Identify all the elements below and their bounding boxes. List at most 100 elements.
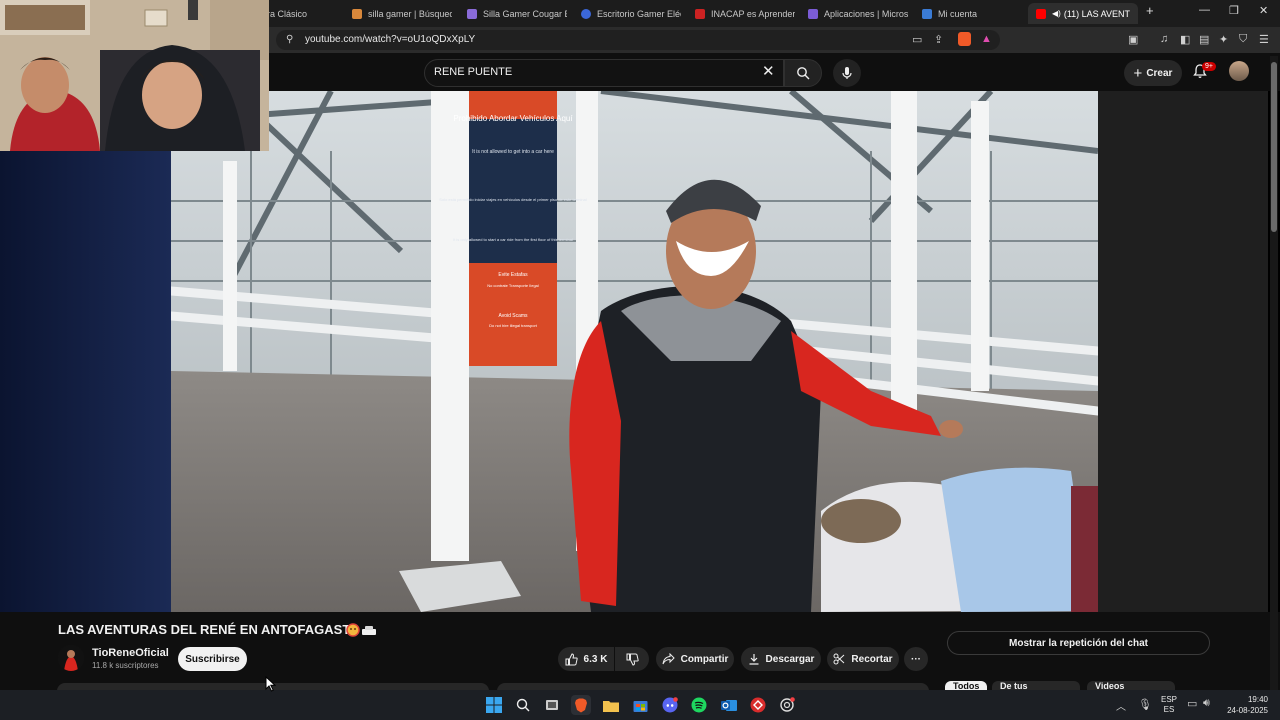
channel-logo-icon — [58, 645, 84, 671]
outlook-icon[interactable] — [719, 695, 739, 715]
webcam-image — [0, 0, 269, 151]
sidebar-toggle-icon[interactable]: ▣ — [1128, 33, 1138, 46]
subscriber-count: 11.8 k suscriptores — [92, 661, 159, 670]
store-favicon-icon — [467, 8, 477, 19]
sign-red-en: Avoid Scams — [498, 313, 528, 319]
ambient-left-panel — [0, 150, 171, 612]
search-icon — [516, 698, 530, 712]
avatar[interactable] — [1229, 61, 1249, 81]
search-favicon-icon — [352, 8, 362, 19]
url-text[interactable]: youtube.com/watch?v=oU1oQDxXpLY — [305, 34, 475, 45]
sign-line3: It is only allowed to start a car ride f… — [453, 237, 573, 242]
wallet-icon[interactable]: ▤ — [1199, 33, 1209, 46]
volume-icon[interactable]: 🔊︎ — [1203, 697, 1210, 710]
site-settings-icon[interactable]: ⚲ — [286, 34, 293, 45]
inacap-favicon-icon — [695, 8, 705, 19]
clip-button[interactable]: Recortar — [827, 647, 899, 671]
reader-icon[interactable]: ◧ — [1180, 33, 1190, 46]
network-icon[interactable]: ▭ — [1187, 697, 1197, 710]
clip-label: Recortar — [851, 653, 893, 665]
clock-date: 24-08-2025 — [1227, 706, 1268, 715]
tab-label: (11) LAS AVENT — [1063, 8, 1131, 19]
file-explorer-icon[interactable] — [601, 695, 621, 715]
video-frame-image: Prohibido Abordar Vehículos Aquí It is n… — [171, 91, 1098, 612]
tab-mi-cuenta[interactable]: Mi cuenta — [922, 3, 1012, 24]
video-player[interactable]: Prohibido Abordar Vehículos Aquí It is n… — [171, 91, 1098, 612]
taskbar-search-icon[interactable] — [513, 695, 533, 715]
thumbs-down-icon — [626, 653, 639, 666]
spotify-logo-icon — [691, 697, 707, 713]
minimize-icon[interactable]: — — [1199, 4, 1210, 16]
cast-icon[interactable]: ▭ — [912, 33, 922, 46]
discord-logo-icon — [662, 697, 678, 713]
plus-icon: + — [1133, 64, 1143, 82]
share-icon[interactable]: ⇪ — [934, 33, 943, 46]
download-button[interactable]: Descargar — [741, 647, 821, 671]
brave-lion-icon — [575, 698, 587, 712]
tab-microsoft-apps[interactable]: Aplicaciones | Microso — [808, 3, 908, 24]
brave-taskbar-icon[interactable] — [571, 695, 591, 715]
show-chat-replay-button[interactable]: Mostrar la repetición del chat — [947, 631, 1210, 655]
vpn-icon[interactable]: ⛉ — [1239, 33, 1247, 46]
channel-name[interactable]: TioReneOficial — [92, 647, 169, 659]
voice-search-button[interactable] — [833, 59, 861, 87]
language-code: ESP — [1161, 695, 1178, 704]
search-icon — [797, 67, 810, 80]
brave-rewards-icon[interactable]: ▲ — [981, 33, 992, 45]
scrollbar-thumb[interactable] — [1271, 62, 1277, 232]
app-red-icon[interactable] — [748, 695, 768, 715]
thumbs-up-icon — [565, 652, 578, 665]
close-window-icon[interactable]: ✕ — [1259, 4, 1268, 17]
channel-avatar[interactable] — [58, 645, 84, 671]
microsoft-favicon-icon — [808, 8, 818, 19]
youtube-favicon-icon — [1036, 8, 1046, 19]
tab-inacap[interactable]: INACAP es Aprender H — [695, 3, 795, 24]
pointer-icon — [265, 675, 277, 692]
emoji-icon — [346, 623, 376, 637]
webcam-overlay — [0, 0, 269, 151]
discord-icon[interactable] — [660, 695, 680, 715]
like-count: 6.3 K — [583, 653, 608, 665]
task-view-icon[interactable] — [542, 695, 562, 715]
tab-silla-gamer-search[interactable]: silla gamer | Búsqueda — [352, 3, 452, 24]
microsoft-store-icon[interactable] — [630, 695, 650, 715]
like-button[interactable]: 6.3 K — [558, 647, 614, 671]
subscribe-button[interactable]: Suscribirse — [178, 647, 247, 671]
more-actions-button[interactable]: ··· — [904, 647, 928, 671]
microphone-tray-icon[interactable]: 🎙︎ — [1138, 698, 1152, 711]
download-label: Descargar — [765, 653, 815, 665]
create-button[interactable]: + Crear — [1124, 60, 1182, 86]
menu-icon[interactable]: ☰ — [1259, 33, 1269, 46]
share-button[interactable]: Compartir — [656, 647, 734, 671]
music-icon[interactable]: ♫ — [1160, 33, 1168, 45]
create-label: Crear — [1146, 67, 1173, 79]
notification-badge: 9+ — [1202, 62, 1216, 71]
chatgpt-icon[interactable] — [777, 695, 797, 715]
download-icon — [749, 654, 759, 665]
search-button[interactable] — [784, 59, 822, 87]
sign-red-line: No contrate Transporte Ilegal — [487, 283, 539, 288]
tab-escritorio-gamer[interactable]: Escritorio Gamer Eléctr — [581, 3, 681, 24]
new-tab-button[interactable]: + — [1146, 3, 1154, 18]
tab-silla-cougar[interactable]: Silla Gamer Cougar Exp — [467, 3, 567, 24]
openai-logo-icon — [780, 697, 795, 712]
show-hidden-icons-icon[interactable]: ︿ — [1116, 698, 1126, 713]
tab-label: Escritorio Gamer Eléctr — [597, 8, 681, 19]
tab-label: Aplicaciones | Microso — [824, 8, 908, 19]
restore-icon[interactable]: ❐ — [1229, 4, 1239, 17]
brave-shields-icon[interactable] — [958, 32, 971, 46]
system-clock[interactable]: 19:40 24-08-2025 — [1222, 694, 1268, 716]
dislike-button[interactable] — [615, 647, 649, 671]
tab-label: INACAP es Aprender H — [711, 8, 795, 19]
account-favicon-icon — [922, 8, 932, 19]
share-arrow-icon — [662, 653, 675, 665]
search-value[interactable]: RENE PUENTE — [434, 66, 512, 78]
store-favicon-icon — [581, 8, 591, 19]
spotify-icon[interactable] — [689, 695, 709, 715]
sign-line1: It is not allowed to get into a car here — [472, 149, 554, 155]
windows-start-icon[interactable] — [484, 695, 504, 715]
tab-youtube-active[interactable]: ◀) (11) LAS AVENT ✕ — [1028, 3, 1138, 24]
clear-search-icon[interactable]: ✕ — [762, 64, 775, 79]
input-language[interactable]: ESP ES — [1161, 695, 1177, 715]
leo-ai-icon[interactable]: ✦ — [1219, 33, 1228, 46]
